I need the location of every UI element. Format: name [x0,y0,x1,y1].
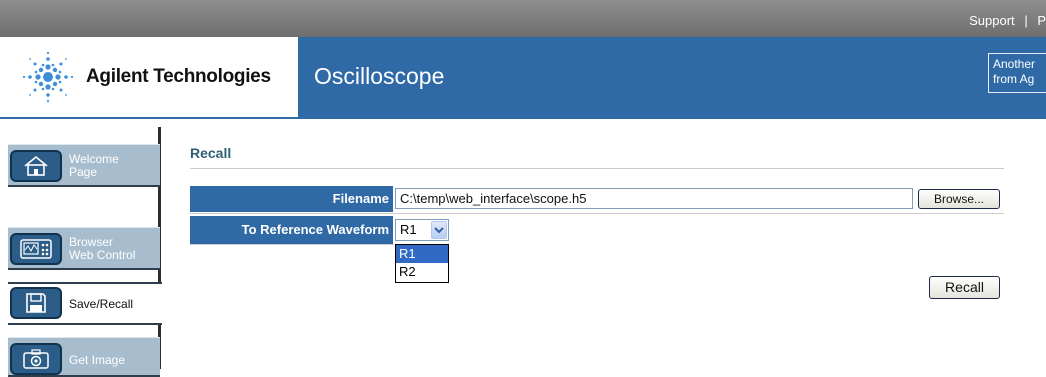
promo-link[interactable]: Another from Ag [988,53,1046,93]
nav-label-save-recall: Save/Recall [69,297,134,311]
top-link-separator: | [1024,13,1028,28]
title-divider [190,168,1004,169]
reference-waveform-label: To Reference Waveform [190,216,393,244]
nav-item-save-recall[interactable]: Save/Recall [8,282,162,325]
dropdown-option-r2[interactable]: R2 [396,263,448,281]
filename-field[interactable] [395,188,913,209]
scope-front-panel-icon [10,233,62,265]
nav-item-get-image[interactable]: Get Image [8,337,160,377]
nav-label-browser-web-control: Browser Web Control [69,235,136,262]
browse-button[interactable]: Browse... [918,189,1000,209]
page-title: Recall [190,145,232,161]
promo-line-2: from Ag [993,72,1035,86]
camera-icon [10,343,62,375]
support-link[interactable]: Support [969,13,1015,28]
nav-label-welcome: Welcome Page [69,152,119,179]
recall-button[interactable]: Recall [929,276,1000,299]
floppy-disk-icon [10,287,62,319]
header-divider [0,117,1046,119]
logo-area: Agilent Technologies [0,37,298,117]
brand-name: Agilent Technologies [86,66,271,87]
row-divider [190,213,1004,214]
top-link-truncated[interactable]: P [1037,13,1046,28]
reference-waveform-selected: R1 [400,222,417,237]
top-bar: Support | P [0,0,1046,37]
nav-item-welcome[interactable]: Welcome Page [8,144,160,187]
filename-label: Filename [190,186,393,212]
home-icon [10,150,62,182]
reference-waveform-select[interactable]: R1 [395,219,449,241]
nav-label-get-image: Get Image [69,353,126,367]
chevron-down-icon[interactable] [431,221,447,239]
top-links: Support | P [969,13,1046,28]
promo-line-1: Another [993,57,1036,71]
app-title: Oscilloscope [314,63,445,89]
row-divider-2 [190,244,394,245]
agilent-spark-logo-icon [22,51,74,103]
dropdown-option-r1[interactable]: R1 [396,245,448,263]
nav-item-browser-web-control[interactable]: Browser Web Control [8,227,160,270]
header-band: Oscilloscope Another from Ag [298,37,1046,117]
reference-waveform-dropdown: R1 R2 [395,244,449,283]
